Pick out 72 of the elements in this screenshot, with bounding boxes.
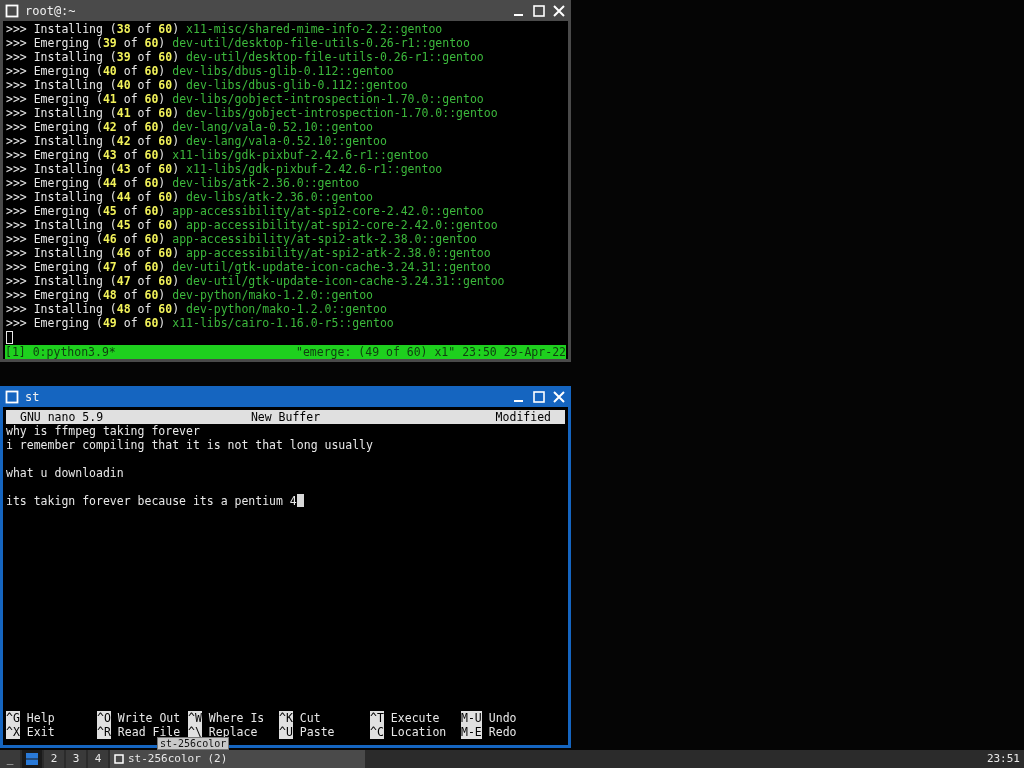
window-title: st <box>25 389 41 404</box>
output-line: >>> Emerging (41 of 60) dev-libs/gobject-introspection-1.70.0::gentoo <box>6 92 484 106</box>
shortcut-label: Read File <box>117 725 181 739</box>
output-line: >>> Emerging (43 of 60) x11-libs/gdk-pixbuf-2.42.6-r1::gentoo <box>6 148 429 162</box>
maximize-icon[interactable] <box>532 389 546 404</box>
shortcut-key: ^W <box>188 711 202 725</box>
shortcut-label: Undo <box>488 711 517 725</box>
shortcut-label: Location <box>390 725 447 739</box>
output-line: >>> Emerging (44 of 60) dev-libs/atk-2.36.0::gentoo <box>6 176 360 190</box>
window-title: root@:~ <box>25 3 77 18</box>
output-line: >>> Emerging (46 of 60) app-accessibility/at-spi2-atk-2.38.0::gentoo <box>6 232 477 246</box>
text-line: its takign forever because its a pentium 4 <box>6 494 297 508</box>
tooltip: st-256color <box>157 737 230 750</box>
output-line: >>> Installing (40 of 60) dev-libs/dbus-glib-0.112::gentoo <box>6 78 408 92</box>
output-line: >>> Installing (43 of 60) x11-libs/gdk-pixbuf-2.42.6-r1::gentoo <box>6 162 443 176</box>
shortcut-key: ^R <box>97 725 111 739</box>
shortcut-key: ^X <box>6 725 20 739</box>
workspace-button[interactable]: 2 <box>44 750 64 768</box>
output-line: >>> Emerging (45 of 60) app-accessibility/at-spi2-core-2.42.0::gentoo <box>6 204 484 218</box>
workspace-button[interactable]: 3 <box>66 750 86 768</box>
output-line: >>> Installing (45 of 60) app-accessibility/at-spi2-core-2.42.0::gentoo <box>6 218 498 232</box>
workspace-icon <box>25 752 39 766</box>
output-line: >>> Emerging (42 of 60) dev-lang/vala-0.52.10::gentoo <box>6 120 373 134</box>
shortcut-label: Cut <box>299 711 321 725</box>
shortcut-key: ^U <box>279 725 293 739</box>
output-line: >>> Emerging (39 of 60) dev-util/desktop-file-utils-0.26-r1::gentoo <box>6 36 470 50</box>
shortcut-key: ^T <box>370 711 384 725</box>
shortcut-label: Paste <box>299 725 335 739</box>
workspace-button[interactable] <box>22 750 42 768</box>
shortcut-key: M-U <box>461 711 482 725</box>
editor-version: GNU nano 5.9 <box>20 410 104 424</box>
task-button[interactable]: st-256color (2) <box>110 750 365 768</box>
shortcut-key: ^O <box>97 711 111 725</box>
output-line: >>> Emerging (48 of 60) dev-python/mako-1.2.0::gentoo <box>6 288 373 302</box>
output-line: >>> Installing (46 of 60) app-accessibility/at-spi2-atk-2.38.0::gentoo <box>6 246 491 260</box>
text-line: what u downloadin <box>6 466 124 480</box>
output-line: >>> Installing (48 of 60) dev-python/mako-1.2.0::gentoo <box>6 302 387 316</box>
shortcut-label: Help <box>26 711 55 725</box>
text-line: i remember compiling that it is not that long usually <box>6 438 373 452</box>
shortcut-label: Where Is <box>208 711 265 725</box>
status-info: "emerge: (49 of 60) x1" 23:50 29-Apr-22 <box>295 345 566 359</box>
shortcut-label: Exit <box>26 725 55 739</box>
modified-status: Modified <box>495 410 551 424</box>
shortcut-label: Redo <box>488 725 517 739</box>
maximize-icon[interactable] <box>532 3 546 18</box>
output-line: >>> Installing (39 of 60) dev-util/desktop-file-utils-0.26-r1::gentoo <box>6 50 484 64</box>
output-line: >>> Installing (44 of 60) dev-libs/atk-2.36.0::gentoo <box>6 190 373 204</box>
output-line: >>> Installing (38 of 60) x11-misc/shared-mime-info-2.2::gentoo <box>6 22 443 36</box>
window-menu-icon[interactable] <box>5 3 19 18</box>
close-icon[interactable] <box>552 389 566 404</box>
shortcut-label: Execute <box>390 711 440 725</box>
session-label: [1] 0:python3.9* <box>5 345 116 359</box>
window-icon <box>114 754 124 764</box>
window-menu-icon[interactable] <box>5 389 19 404</box>
output-line: >>> Installing (47 of 60) dev-util/gtk-update-icon-cache-3.24.31::gentoo <box>6 274 505 288</box>
clock: 23:51 <box>986 751 1021 767</box>
shortcut-label: Write Out <box>117 711 181 725</box>
output-line: >>> Installing (41 of 60) dev-libs/gobject-introspection-1.70.0::gentoo <box>6 106 498 120</box>
output-line: >>> Installing (42 of 60) dev-lang/vala-0.52.10::gentoo <box>6 134 387 148</box>
output-line: >>> Emerging (47 of 60) dev-util/gtk-update-icon-cache-3.24.31::gentoo <box>6 260 491 274</box>
close-icon[interactable] <box>552 3 566 18</box>
show-desktop-button[interactable]: _ <box>0 750 20 768</box>
shortcut-key: ^K <box>279 711 293 725</box>
shortcut-label: Replace <box>208 725 258 739</box>
output-line: >>> Emerging (49 of 60) x11-libs/cairo-1.16.0-r5::gentoo <box>6 316 394 330</box>
workspace-button[interactable]: 4 <box>88 750 108 768</box>
shortcut-key: ^C <box>370 725 384 739</box>
output-line: >>> Emerging (40 of 60) dev-libs/dbus-glib-0.112::gentoo <box>6 64 394 78</box>
buffer-name: New Buffer <box>250 410 321 424</box>
shortcut-key: M-E <box>461 725 482 739</box>
text-line: why is ffmpeg taking forever <box>6 424 200 438</box>
shortcut-key: ^G <box>6 711 20 725</box>
